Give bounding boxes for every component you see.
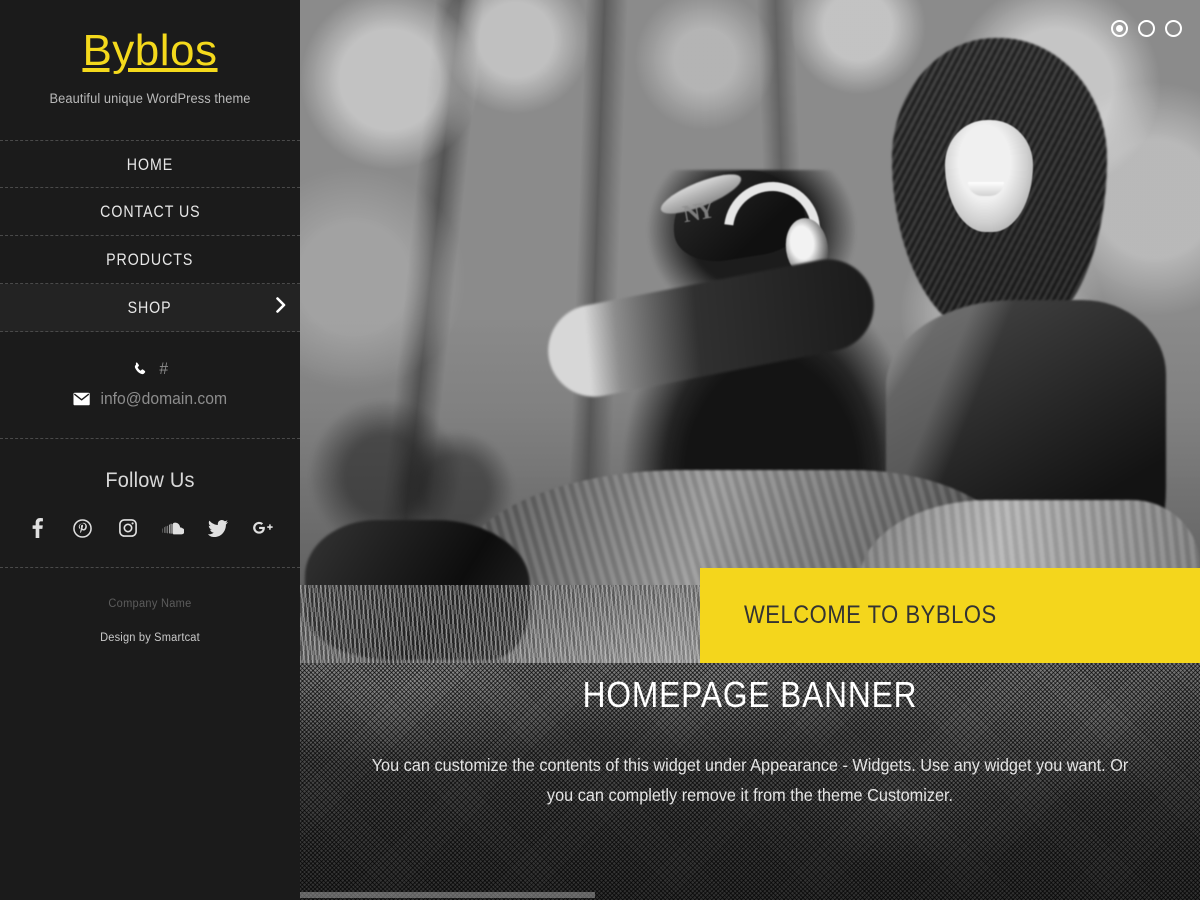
email-value[interactable]: info@domain.com bbox=[100, 390, 227, 409]
facebook-icon[interactable] bbox=[27, 517, 49, 539]
nav-label: PRODUCTS bbox=[106, 251, 194, 270]
social-links bbox=[0, 517, 300, 539]
follow-us-widget: Follow Us bbox=[0, 439, 300, 569]
pinterest-icon[interactable] bbox=[72, 517, 94, 539]
follow-us-heading: Follow Us bbox=[105, 469, 195, 493]
nav-label: SHOP bbox=[127, 299, 172, 318]
branding: Byblos Beautiful unique WordPress theme bbox=[0, 0, 300, 106]
main-content: NY WELCOME TO BYBLOS HOMEPAGE BANNER You… bbox=[300, 0, 1200, 900]
soundcloud-icon[interactable] bbox=[162, 517, 184, 539]
hero-slider: NY WELCOME TO BYBLOS bbox=[300, 0, 1200, 663]
phone-icon bbox=[132, 360, 149, 378]
banner-content: HOMEPAGE BANNER You can customize the co… bbox=[300, 663, 1200, 810]
homepage-banner: HOMEPAGE BANNER You can customize the co… bbox=[300, 663, 1200, 900]
nav-item-contact-us[interactable]: CONTACT US bbox=[0, 188, 300, 237]
instagram-icon[interactable] bbox=[117, 517, 139, 539]
sidebar-footer: Company Name Design by Smartcat bbox=[0, 568, 300, 644]
horizontal-scrollbar-thumb[interactable] bbox=[300, 892, 595, 898]
design-credit: Design by Smartcat bbox=[100, 632, 200, 645]
main-navigation: HOME CONTACT US PRODUCTS SHOP bbox=[0, 140, 300, 333]
nav-label: HOME bbox=[126, 156, 174, 175]
nav-item-home[interactable]: HOME bbox=[0, 140, 300, 189]
googleplus-icon[interactable] bbox=[252, 517, 274, 539]
envelope-icon bbox=[73, 390, 90, 408]
horizontal-scrollbar[interactable] bbox=[300, 890, 1200, 900]
page-root: Byblos Beautiful unique WordPress theme … bbox=[0, 0, 1200, 900]
nav-item-products[interactable]: PRODUCTS bbox=[0, 236, 300, 285]
site-tagline: Beautiful unique WordPress theme bbox=[49, 91, 251, 107]
slider-pagination bbox=[1111, 20, 1182, 37]
banner-description: You can customize the contents of this w… bbox=[371, 755, 1129, 806]
hero-caption-text: WELCOME TO BYBLOS bbox=[744, 601, 997, 629]
hero-caption: WELCOME TO BYBLOS bbox=[700, 568, 1200, 663]
nav-label: CONTACT US bbox=[99, 203, 201, 222]
slider-dot-3[interactable] bbox=[1165, 20, 1182, 37]
contact-email-row: info@domain.com bbox=[8, 384, 293, 414]
slider-dot-1[interactable] bbox=[1111, 20, 1128, 37]
contact-info: # info@domain.com bbox=[0, 332, 300, 440]
chevron-right-icon[interactable] bbox=[276, 284, 286, 332]
contact-phone-row: # bbox=[8, 354, 293, 384]
phone-value[interactable]: # bbox=[159, 360, 168, 379]
nav-item-shop[interactable]: SHOP bbox=[0, 284, 300, 333]
sidebar: Byblos Beautiful unique WordPress theme … bbox=[0, 0, 300, 900]
twitter-icon[interactable] bbox=[207, 517, 229, 539]
hero-figure-cap-logo: NY bbox=[680, 197, 714, 229]
slider-dot-2[interactable] bbox=[1138, 20, 1155, 37]
company-name: Company Name bbox=[108, 598, 192, 611]
site-title[interactable]: Byblos bbox=[82, 26, 217, 75]
banner-title: HOMEPAGE BANNER bbox=[582, 674, 918, 715]
